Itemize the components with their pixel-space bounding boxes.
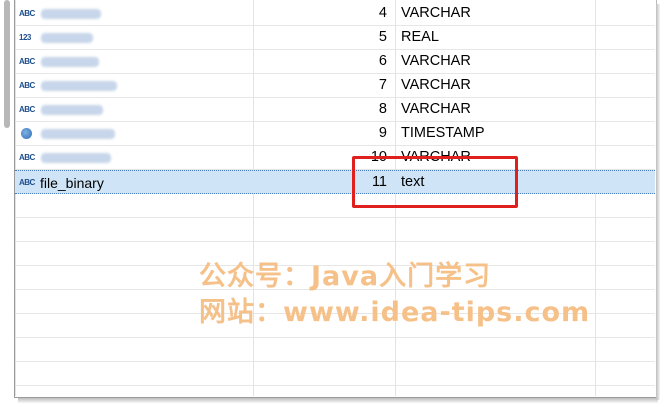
table-row-selected[interactable]: ABC file_binary 11 text: [15, 170, 655, 194]
clock-type-icon: [21, 128, 32, 139]
column-position: 8: [378, 101, 387, 117]
table-row[interactable]: ABC 8 VARCHAR: [15, 98, 655, 122]
column-datatype: VARCHAR: [401, 77, 471, 93]
empty-row: [15, 338, 655, 362]
watermark-line-1: 公众号：Java入门学习: [199, 261, 492, 292]
table-row[interactable]: ABC 10 VARCHAR: [15, 146, 655, 170]
columns-table: ABC 4 VARCHAR 123 5 REAL ABC 6 VARCHAR A…: [15, 0, 655, 396]
window-shadow-right: [656, 4, 660, 400]
table-row[interactable]: ABC 4 VARCHAR: [15, 2, 655, 26]
column-datatype: TIMESTAMP: [401, 125, 485, 141]
table-row[interactable]: ABC 6 VARCHAR: [15, 50, 655, 74]
vertical-scrollbar-thumb[interactable]: [4, 0, 10, 128]
text-type-icon: ABC: [19, 105, 35, 114]
column-datatype: VARCHAR: [401, 5, 471, 21]
window-shadow-bottom: [18, 398, 658, 403]
column-name-redacted: [41, 57, 99, 67]
column-name: file_binary: [40, 175, 104, 191]
column-name-redacted: [41, 81, 117, 91]
empty-row: [15, 218, 655, 242]
column-datatype: VARCHAR: [401, 53, 471, 69]
column-position: 7: [378, 77, 387, 93]
column-name-redacted: [41, 153, 111, 163]
table-row[interactable]: ABC 7 VARCHAR: [15, 74, 655, 98]
numeric-type-icon: 123: [19, 33, 31, 42]
column-position: 4: [378, 5, 387, 21]
column-name-redacted: [41, 105, 103, 115]
empty-row: [15, 194, 655, 218]
empty-row: [15, 362, 655, 386]
column-position: 9: [378, 125, 387, 141]
column-name-redacted: [41, 129, 115, 139]
column-position: 5: [378, 29, 387, 45]
column-datatype: REAL: [401, 29, 439, 45]
column-name-redacted: [41, 33, 93, 43]
column-position: 6: [378, 53, 387, 69]
red-highlight-box: [352, 156, 518, 208]
text-type-icon: ABC: [19, 153, 35, 162]
text-type-icon: ABC: [19, 178, 35, 187]
text-type-icon: ABC: [19, 81, 35, 90]
column-name-redacted: [41, 9, 101, 19]
text-type-icon: ABC: [19, 9, 35, 18]
text-type-icon: ABC: [19, 57, 35, 66]
column-datatype: VARCHAR: [401, 101, 471, 117]
left-gutter: [0, 0, 14, 406]
table-row[interactable]: 123 5 REAL: [15, 26, 655, 50]
watermark-line-2: 网站：www.idea-tips.com: [199, 297, 591, 328]
table-row[interactable]: 9 TIMESTAMP: [15, 122, 655, 146]
